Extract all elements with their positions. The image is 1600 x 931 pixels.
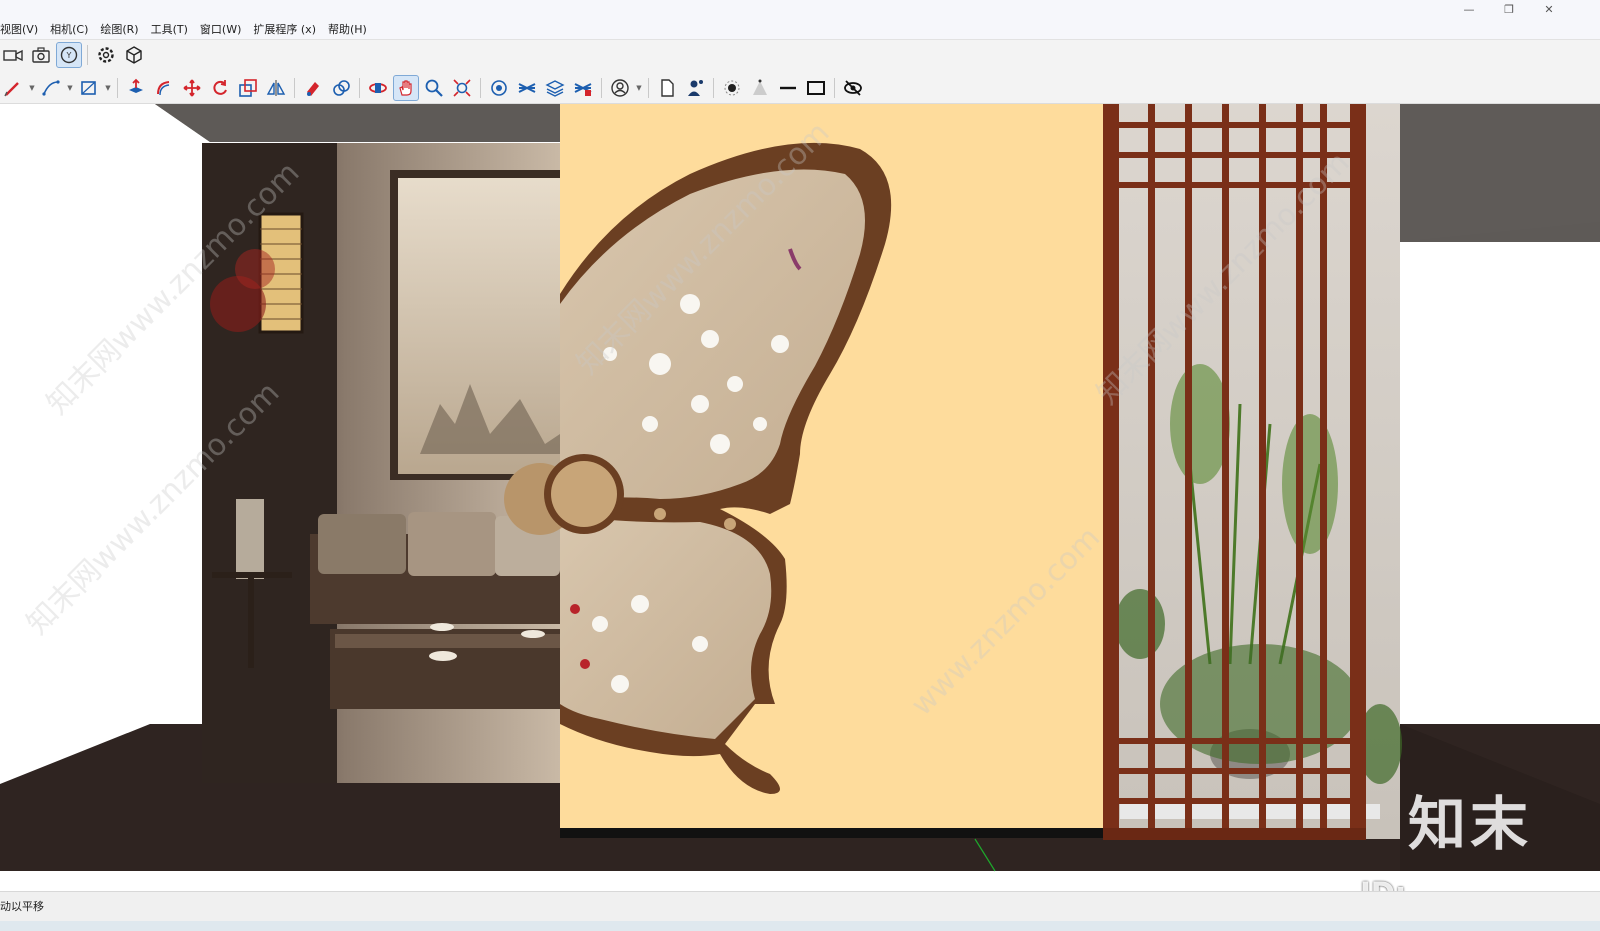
flip-icon[interactable] xyxy=(263,75,289,101)
scale-icon[interactable] xyxy=(235,75,261,101)
push-pull-icon[interactable] xyxy=(123,75,149,101)
taskbar xyxy=(0,921,1600,931)
model-viewport[interactable]: 知末网www.znzmo.com 知末网www.znzmo.com 知末网www… xyxy=(0,104,1600,891)
minimize-icon[interactable]: — xyxy=(1450,2,1488,18)
ceiling-right xyxy=(1400,104,1600,242)
chevron-down-icon[interactable]: ▼ xyxy=(28,84,36,92)
paint-icon[interactable] xyxy=(300,75,326,101)
title-bar: 视图(V) 相机(C) 绘图(R) 工具(T) 窗口(W) 扩展程序 (x) 帮… xyxy=(0,0,1600,40)
move-icon[interactable] xyxy=(179,75,205,101)
toolbar-separator xyxy=(601,77,602,98)
orbit-icon[interactable] xyxy=(365,75,391,101)
toolbar-separator xyxy=(713,77,714,98)
section-plane-icon[interactable] xyxy=(486,75,512,101)
pan-icon[interactable] xyxy=(393,74,419,101)
layer-stack-icon[interactable] xyxy=(542,75,568,101)
zoom-icon[interactable] xyxy=(421,75,447,101)
status-bar: 动以平移 xyxy=(0,891,1600,921)
menu-window[interactable]: 窗口(W) xyxy=(194,20,247,40)
settings-gear-icon[interactable] xyxy=(93,42,119,68)
new-page-icon[interactable] xyxy=(654,75,680,101)
box-icon[interactable] xyxy=(803,75,829,101)
hide-icon[interactable] xyxy=(840,75,866,101)
toolbar-separator xyxy=(87,45,88,65)
wall-base xyxy=(560,828,1103,838)
eraser-icon[interactable] xyxy=(328,75,354,101)
zoom-extents-icon[interactable] xyxy=(449,75,475,101)
photo-camera-icon[interactable] xyxy=(28,42,54,68)
rectangle-draw-icon[interactable] xyxy=(76,75,102,101)
video-camera-icon[interactable] xyxy=(0,42,26,68)
component-box-icon[interactable] xyxy=(121,42,147,68)
tag-icon[interactable] xyxy=(570,75,596,101)
svg-text:Y: Y xyxy=(66,51,72,60)
chevron-down-icon[interactable]: ▼ xyxy=(635,84,643,92)
camera-toolbar: Y xyxy=(0,40,1600,70)
toolbar-separator xyxy=(648,77,649,98)
menu-tools[interactable]: 工具(T) xyxy=(145,20,194,40)
menu-extensions[interactable]: 扩展程序 (x) xyxy=(247,20,322,40)
menu-help[interactable]: 帮助(H) xyxy=(322,20,373,40)
menu-bar: 视图(V) 相机(C) 绘图(R) 工具(T) 窗口(W) 扩展程序 (x) 帮… xyxy=(0,20,373,40)
menu-draw[interactable]: 绘图(R) xyxy=(94,20,144,40)
main-toolbar: ▼ ▼ ▼ ▼ xyxy=(0,72,1600,104)
ceiling-left xyxy=(155,104,560,142)
user-icon[interactable] xyxy=(682,75,708,101)
toolbar-separator xyxy=(480,77,481,98)
point-icon[interactable] xyxy=(719,75,745,101)
menu-camera[interactable]: 相机(C) xyxy=(44,20,94,40)
chevron-down-icon[interactable]: ▼ xyxy=(104,84,112,92)
cone-icon[interactable] xyxy=(747,75,773,101)
rotate-icon[interactable] xyxy=(207,75,233,101)
chevron-down-icon[interactable]: ▼ xyxy=(66,84,74,92)
menu-view[interactable]: 视图(V) xyxy=(0,20,44,40)
layers-icon[interactable] xyxy=(514,75,540,101)
close-icon[interactable]: ✕ xyxy=(1530,2,1568,18)
account-icon[interactable] xyxy=(607,75,633,101)
path-icon[interactable] xyxy=(38,75,64,101)
toolbar-separator xyxy=(117,77,118,98)
styles-icon[interactable]: Y xyxy=(56,42,82,68)
living-room-panel xyxy=(202,143,560,783)
watermark-logo: 知末 xyxy=(1407,790,1532,858)
follow-me-icon[interactable] xyxy=(151,75,177,101)
restore-icon[interactable]: ❐ xyxy=(1490,2,1528,18)
pencil-icon[interactable] xyxy=(0,75,26,101)
line-icon[interactable] xyxy=(775,75,801,101)
toolbar-separator xyxy=(294,77,295,98)
status-text: 动以平移 xyxy=(0,900,44,913)
toolbar-separator xyxy=(834,77,835,98)
toolbar-separator xyxy=(359,77,360,98)
